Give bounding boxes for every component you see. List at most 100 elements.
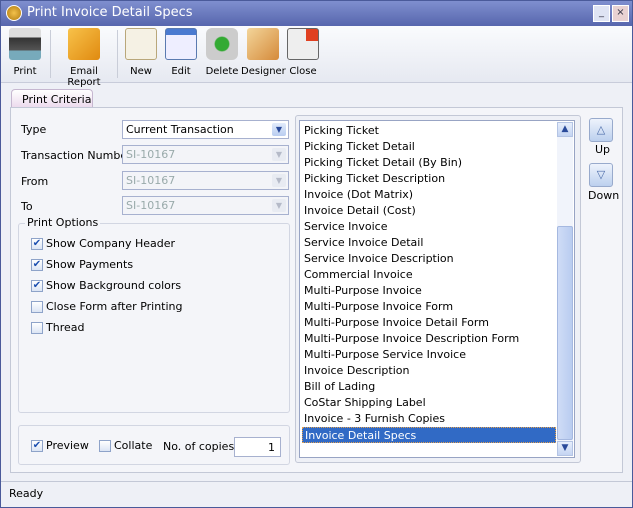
edit-button[interactable]: Edit <box>163 28 199 80</box>
checkbox-icon: ✔ <box>31 238 43 250</box>
separator <box>117 30 118 78</box>
edit-label: Edit <box>171 66 191 77</box>
list-item[interactable]: CoStar Shipping Label <box>302 395 556 411</box>
from-value: SI-10167 <box>126 174 176 187</box>
from-dropdown: SI-10167 ▼ <box>122 171 289 190</box>
printer-icon <box>9 28 41 60</box>
triangle-down-icon: ▽ <box>596 168 606 181</box>
report-list[interactable]: Picking Ticket Picking Ticket Detail Picki… <box>299 120 575 458</box>
list-item[interactable]: Picking Ticket Detail <box>302 139 556 155</box>
option-label: Show Company Header <box>46 237 176 250</box>
option-checkbox[interactable]: Thread <box>31 321 84 335</box>
designer-label: Designer <box>241 66 286 77</box>
chevron-down-icon: ▼ <box>272 199 286 212</box>
transaction-number-label: Transaction Number <box>21 149 132 162</box>
list-item[interactable]: Invoice Detail Specs <box>302 427 556 443</box>
new-document-icon <box>125 28 157 60</box>
list-item[interactable]: Multi-Purpose Service Invoice <box>302 347 556 363</box>
toolbar: Print Email Report New Edit Delete Desig… <box>1 26 632 88</box>
checkbox-icon <box>99 440 111 452</box>
checkbox-icon: ✔ <box>31 280 43 292</box>
scroll-down-icon[interactable]: ▼ <box>557 441 573 456</box>
scrollbar[interactable]: ▲ ▼ <box>557 122 573 456</box>
preview-checkbox[interactable]: ✔ Preview <box>31 439 89 453</box>
designer-icon <box>247 28 279 60</box>
chevron-down-icon: ▼ <box>272 174 286 187</box>
triangle-up-icon: △ <box>596 123 606 136</box>
list-item[interactable]: Service Invoice <box>302 219 556 235</box>
title-bar: Print Invoice Detail Specs _ × <box>1 1 632 26</box>
scrollbar-thumb[interactable] <box>557 226 573 440</box>
new-button[interactable]: New <box>123 28 159 80</box>
separator <box>50 30 51 78</box>
designer-button[interactable]: Designer <box>241 28 286 80</box>
close-form-icon <box>287 28 319 60</box>
scroll-up-icon[interactable]: ▲ <box>557 122 573 137</box>
close-label: Close <box>289 66 317 77</box>
option-label: Show Background colors <box>46 279 182 292</box>
collate-checkbox[interactable]: Collate <box>99 439 152 453</box>
checkbox-icon: ✔ <box>31 440 43 452</box>
type-dropdown[interactable]: Current Transaction ▼ <box>122 120 289 139</box>
option-checkbox[interactable]: ✔ Show Background colors <box>31 279 181 293</box>
option-label: Thread <box>46 321 85 334</box>
transaction-number-value: SI-10167 <box>126 148 176 161</box>
down-label: Down <box>588 189 620 202</box>
email-report-button[interactable]: Email Report <box>55 28 113 88</box>
copies-label: No. of copies <box>163 440 235 453</box>
option-checkbox[interactable]: ✔ Show Company Header <box>31 237 175 251</box>
new-label: New <box>130 66 152 77</box>
move-up-button[interactable]: △ <box>589 118 613 142</box>
chevron-down-icon[interactable]: ▼ <box>272 123 286 136</box>
list-item[interactable]: Invoice Detail (Cost) <box>302 203 556 219</box>
print-button[interactable]: Print <box>7 28 43 80</box>
delete-label: Delete <box>205 66 239 77</box>
option-checkbox[interactable]: Close Form after Printing <box>31 300 183 314</box>
option-label: Show Payments <box>46 258 134 271</box>
list-item[interactable]: Multi-Purpose Invoice Form <box>302 299 556 315</box>
email-icon <box>68 28 100 60</box>
list-item[interactable]: Picking Ticket Detail (By Bin) <box>302 155 556 171</box>
list-item[interactable]: Service Invoice Description <box>302 251 556 267</box>
checkbox-icon <box>31 301 43 313</box>
print-options-title: Print Options <box>25 216 101 229</box>
print-options-group <box>18 223 290 413</box>
to-label: To <box>21 200 33 213</box>
list-item[interactable]: Picking Ticket Description <box>302 171 556 187</box>
app-icon <box>6 5 22 21</box>
window-title: Print Invoice Detail Specs <box>27 5 193 20</box>
to-dropdown: SI-10167 ▼ <box>122 196 289 215</box>
list-item[interactable]: Invoice Description <box>302 363 556 379</box>
copies-input[interactable]: 1 <box>234 437 281 457</box>
list-item[interactable]: Commercial Invoice <box>302 267 556 283</box>
up-label: Up <box>595 143 611 156</box>
from-label: From <box>21 175 49 188</box>
window: Print Invoice Detail Specs _ × Print Ema… <box>0 0 633 508</box>
print-label: Print <box>13 66 37 77</box>
to-value: SI-10167 <box>126 199 176 212</box>
list-item[interactable]: Multi-Purpose Invoice Description Form <box>302 331 556 347</box>
delete-button[interactable]: Delete <box>204 28 240 80</box>
type-label: Type <box>21 123 47 136</box>
list-item[interactable]: Bill of Lading <box>302 379 556 395</box>
list-item[interactable]: Invoice - 3 Furnish Copies <box>302 411 556 427</box>
list-item[interactable]: Service Invoice Detail <box>302 235 556 251</box>
preview-label: Preview <box>46 439 89 452</box>
edit-icon <box>165 28 197 60</box>
minimize-button[interactable]: _ <box>593 5 610 22</box>
email-report-label: Email Report <box>67 66 101 88</box>
chevron-down-icon: ▼ <box>272 148 286 161</box>
list-item[interactable]: Multi-Purpose Invoice <box>302 283 556 299</box>
list-item[interactable]: Multi-Purpose Invoice Detail Form <box>302 315 556 331</box>
collate-label: Collate <box>114 439 153 452</box>
option-checkbox[interactable]: ✔ Show Payments <box>31 258 133 272</box>
close-button[interactable]: Close <box>285 28 321 80</box>
tab-print-criteria[interactable]: Print Criteria <box>11 89 93 108</box>
checkbox-icon <box>31 322 43 334</box>
recycle-bin-icon <box>206 28 238 60</box>
list-item[interactable]: Picking Ticket <box>302 123 556 139</box>
move-down-button[interactable]: ▽ <box>589 163 613 187</box>
close-window-button[interactable]: × <box>612 5 629 22</box>
list-item[interactable]: Invoice (Dot Matrix) <box>302 187 556 203</box>
status-bar: Ready <box>1 481 632 507</box>
